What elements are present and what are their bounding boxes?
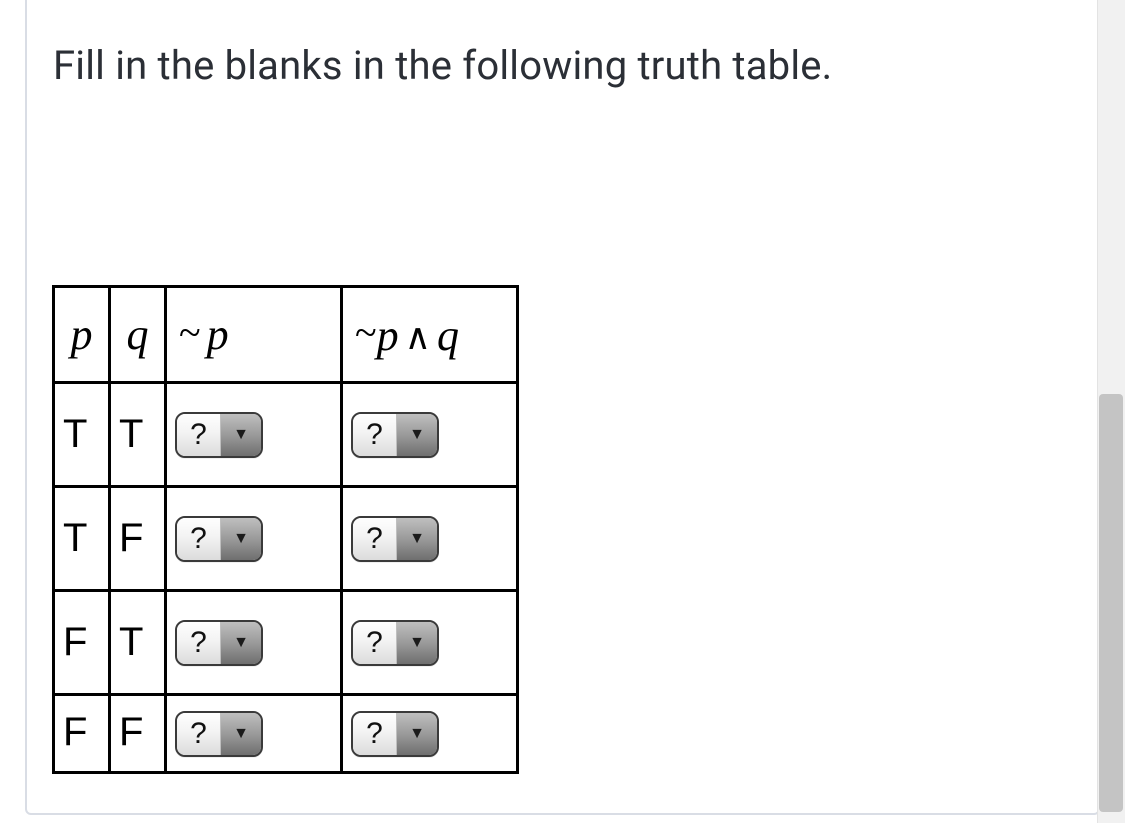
header-q: q bbox=[110, 287, 166, 383]
dropdown-value: ? bbox=[353, 414, 397, 456]
cell-not-p: ? ▼ bbox=[166, 487, 342, 591]
dropdown-not-p-row1[interactable]: ? ▼ bbox=[175, 412, 263, 458]
cell-not-p: ? ▼ bbox=[166, 383, 342, 487]
dropdown-conj-row2[interactable]: ? ▼ bbox=[351, 516, 439, 562]
cell-p: T bbox=[54, 383, 110, 487]
chevron-down-icon: ▼ bbox=[397, 414, 437, 456]
scrollbar-thumb[interactable] bbox=[1099, 394, 1123, 812]
dropdown-value: ? bbox=[177, 414, 221, 456]
cell-q: T bbox=[110, 591, 166, 695]
table-row: T T ? ▼ ? ▼ bbox=[54, 383, 518, 487]
truth-table: p q ~p ~p∧q T T ? bbox=[52, 285, 519, 774]
chevron-down-icon: ▼ bbox=[221, 713, 261, 755]
table-header-row: p q ~p ~p∧q bbox=[54, 287, 518, 383]
dropdown-value: ? bbox=[177, 713, 221, 755]
header-notp-and-q: ~p∧q bbox=[342, 287, 518, 383]
scrollbar-track[interactable] bbox=[1097, 0, 1125, 823]
cell-q: F bbox=[110, 487, 166, 591]
cell-p: F bbox=[54, 591, 110, 695]
dropdown-value: ? bbox=[177, 622, 221, 664]
header-p: p bbox=[54, 287, 110, 383]
header-not-p: ~p bbox=[166, 287, 342, 383]
cell-q: F bbox=[110, 695, 166, 773]
dropdown-value: ? bbox=[353, 713, 397, 755]
viewport: Fill in the blanks in the following trut… bbox=[0, 0, 1125, 823]
chevron-down-icon: ▼ bbox=[397, 622, 437, 664]
chevron-down-icon: ▼ bbox=[221, 414, 261, 456]
dropdown-conj-row4[interactable]: ? ▼ bbox=[351, 711, 439, 757]
question-prompt: Fill in the blanks in the following trut… bbox=[53, 42, 832, 89]
dropdown-not-p-row3[interactable]: ? ▼ bbox=[175, 620, 263, 666]
dropdown-not-p-row4[interactable]: ? ▼ bbox=[175, 711, 263, 757]
dropdown-conj-row3[interactable]: ? ▼ bbox=[351, 620, 439, 666]
cell-conj: ? ▼ bbox=[342, 487, 518, 591]
chevron-down-icon: ▼ bbox=[397, 518, 437, 560]
question-card: Fill in the blanks in the following trut… bbox=[25, 0, 1100, 815]
table-row: F T ? ▼ ? ▼ bbox=[54, 591, 518, 695]
cell-conj: ? ▼ bbox=[342, 695, 518, 773]
cell-conj: ? ▼ bbox=[342, 591, 518, 695]
chevron-down-icon: ▼ bbox=[397, 713, 437, 755]
dropdown-value: ? bbox=[353, 518, 397, 560]
cell-q: T bbox=[110, 383, 166, 487]
chevron-down-icon: ▼ bbox=[221, 518, 261, 560]
table-row: T F ? ▼ ? ▼ bbox=[54, 487, 518, 591]
dropdown-not-p-row2[interactable]: ? ▼ bbox=[175, 516, 263, 562]
cell-p: T bbox=[54, 487, 110, 591]
cell-conj: ? ▼ bbox=[342, 383, 518, 487]
dropdown-value: ? bbox=[177, 518, 221, 560]
dropdown-conj-row1[interactable]: ? ▼ bbox=[351, 412, 439, 458]
cell-not-p: ? ▼ bbox=[166, 695, 342, 773]
table-row: F F ? ▼ ? ▼ bbox=[54, 695, 518, 773]
cell-p: F bbox=[54, 695, 110, 773]
chevron-down-icon: ▼ bbox=[221, 622, 261, 664]
cell-not-p: ? ▼ bbox=[166, 591, 342, 695]
dropdown-value: ? bbox=[353, 622, 397, 664]
